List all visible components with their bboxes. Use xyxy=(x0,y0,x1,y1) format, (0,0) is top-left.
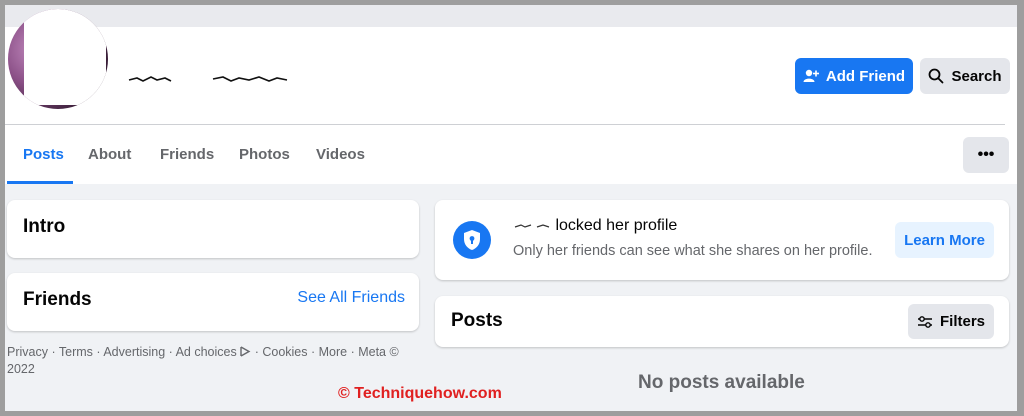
watermark: © Techniquehow.com xyxy=(338,385,502,402)
search-label: Search xyxy=(951,67,1002,85)
locked-subtitle: Only her friends can see what she shares… xyxy=(513,243,873,259)
search-button[interactable]: Search xyxy=(920,58,1010,94)
intro-title: Intro xyxy=(23,216,66,237)
active-tab-indicator xyxy=(7,181,73,184)
footer-link-terms[interactable]: Terms xyxy=(59,345,93,359)
tab-about[interactable]: About xyxy=(88,146,131,163)
redacted-name xyxy=(514,224,550,228)
profile-name-redacted xyxy=(128,76,288,82)
footer-link-advertising[interactable]: Advertising xyxy=(103,345,165,359)
profile-page: Add Friend Search Posts About Friends Ph… xyxy=(5,5,1017,411)
add-friend-label: Add Friend xyxy=(825,67,906,85)
locked-profile-notice: locked her profile Only her friends can … xyxy=(435,200,1009,280)
footer-link-cookies[interactable]: Cookies xyxy=(262,345,307,359)
profile-avatar[interactable] xyxy=(8,9,108,109)
intro-card: Intro xyxy=(7,200,419,258)
learn-more-button[interactable]: Learn More xyxy=(895,222,994,258)
shield-lock-icon xyxy=(453,221,491,259)
sliders-icon xyxy=(917,315,932,328)
tab-photos[interactable]: Photos xyxy=(239,146,290,163)
tab-videos[interactable]: Videos xyxy=(316,146,365,163)
avatar-redaction xyxy=(24,9,106,105)
more-dots-icon: ••• xyxy=(977,146,995,163)
footer-link-more[interactable]: More xyxy=(319,345,347,359)
posts-title: Posts xyxy=(451,310,503,331)
cover-photo-edge xyxy=(5,5,1017,27)
profile-header: Add Friend Search Posts About Friends Ph… xyxy=(5,9,1017,184)
locked-title: locked her profile xyxy=(513,217,677,235)
ad-choices-icon xyxy=(240,346,251,357)
no-posts-message: No posts available xyxy=(638,372,805,393)
person-plus-icon xyxy=(803,69,819,82)
footer-link-privacy[interactable]: Privacy xyxy=(7,345,48,359)
header-divider xyxy=(5,124,1005,125)
learn-more-label: Learn More xyxy=(904,231,985,249)
see-all-friends-link[interactable]: See All Friends xyxy=(297,289,405,307)
locked-title-text: locked her profile xyxy=(555,217,678,234)
footer-link-ad-choices[interactable]: Ad choices xyxy=(176,345,237,359)
posts-card: Posts Filters xyxy=(435,296,1009,347)
tab-posts[interactable]: Posts xyxy=(23,146,64,163)
filters-label: Filters xyxy=(939,313,985,330)
friends-title: Friends xyxy=(23,289,92,310)
tab-friends[interactable]: Friends xyxy=(160,146,214,163)
friends-card: Friends See All Friends xyxy=(7,273,419,331)
filters-button[interactable]: Filters xyxy=(908,304,994,339)
add-friend-button[interactable]: Add Friend xyxy=(795,58,913,94)
search-icon xyxy=(929,68,944,84)
more-options-button[interactable]: ••• xyxy=(963,137,1009,173)
footer-links: Privacy · Terms · Advertising · Ad choic… xyxy=(7,345,399,376)
